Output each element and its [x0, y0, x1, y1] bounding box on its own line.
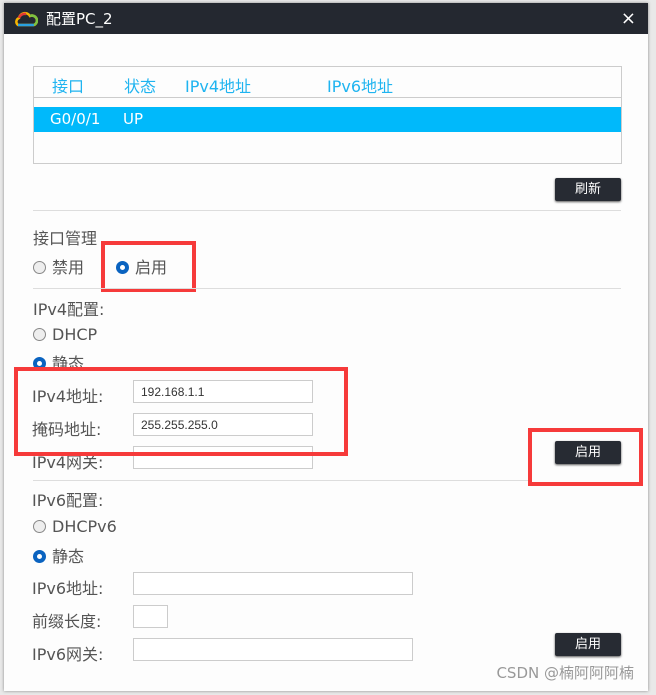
radio-dhcpv6[interactable]: DHCPv6 [33, 517, 117, 536]
cloud-logo-icon [15, 11, 38, 26]
highlight-box [101, 241, 196, 292]
prefix-label: 前缀长度: [32, 612, 102, 631]
watermark: CSDN @楠阿阿阿楠 [496, 664, 634, 682]
ipv6-gateway-input[interactable] [133, 638, 413, 661]
ipv6-address-input[interactable] [133, 572, 413, 595]
divider [33, 288, 621, 289]
radio-label: 静态 [52, 547, 85, 566]
table-header: 接口 状态 IPv4地址 IPv6地址 [34, 67, 621, 98]
radio-label: 禁用 [52, 258, 85, 277]
iface-mgmt-label: 接口管理 [33, 229, 98, 248]
cell-status: UP [123, 110, 144, 128]
col-ipv6: IPv6地址 [327, 77, 394, 96]
window-title: 配置PC_2 [46, 10, 113, 28]
config-dialog: 配置PC_2 × 接口 状态 IPv4地址 IPv6地址 G0/0/1 UP 刷… [4, 3, 648, 691]
col-status: 状态 [124, 77, 157, 96]
cell-interface: G0/0/1 [50, 110, 101, 128]
radio-dhcp[interactable]: DHCP [33, 325, 97, 344]
ipv6-config-label: IPv6配置: [32, 491, 104, 510]
prefix-length-input[interactable] [133, 605, 168, 628]
divider [33, 480, 528, 481]
highlight-box [14, 367, 348, 456]
title-bar: 配置PC_2 × [4, 3, 648, 34]
refresh-button[interactable]: 刷新 [555, 178, 621, 201]
radio-label: DHCPv6 [52, 517, 117, 536]
col-interface: 接口 [52, 77, 85, 96]
interface-table: 接口 状态 IPv4地址 IPv6地址 G0/0/1 UP [33, 66, 622, 164]
radio-icon [33, 328, 46, 341]
close-icon[interactable]: × [621, 8, 636, 29]
table-row[interactable]: G0/0/1 UP [34, 107, 621, 132]
col-ipv4: IPv4地址 [185, 77, 252, 96]
highlight-box [528, 428, 643, 486]
radio-icon [33, 520, 46, 533]
radio-selected-icon [33, 550, 46, 563]
ipv6-addr-label: IPv6地址: [32, 579, 104, 598]
ipv6-gw-label: IPv6网关: [32, 645, 104, 664]
divider [33, 210, 621, 211]
radio-disable[interactable]: 禁用 [33, 254, 84, 278]
radio-icon [33, 261, 46, 274]
radio-static-v6[interactable]: 静态 [33, 543, 84, 567]
ipv4-config-label: IPv4配置: [33, 300, 105, 319]
ipv6-apply-button[interactable]: 启用 [555, 633, 621, 656]
radio-label: DHCP [52, 325, 98, 344]
